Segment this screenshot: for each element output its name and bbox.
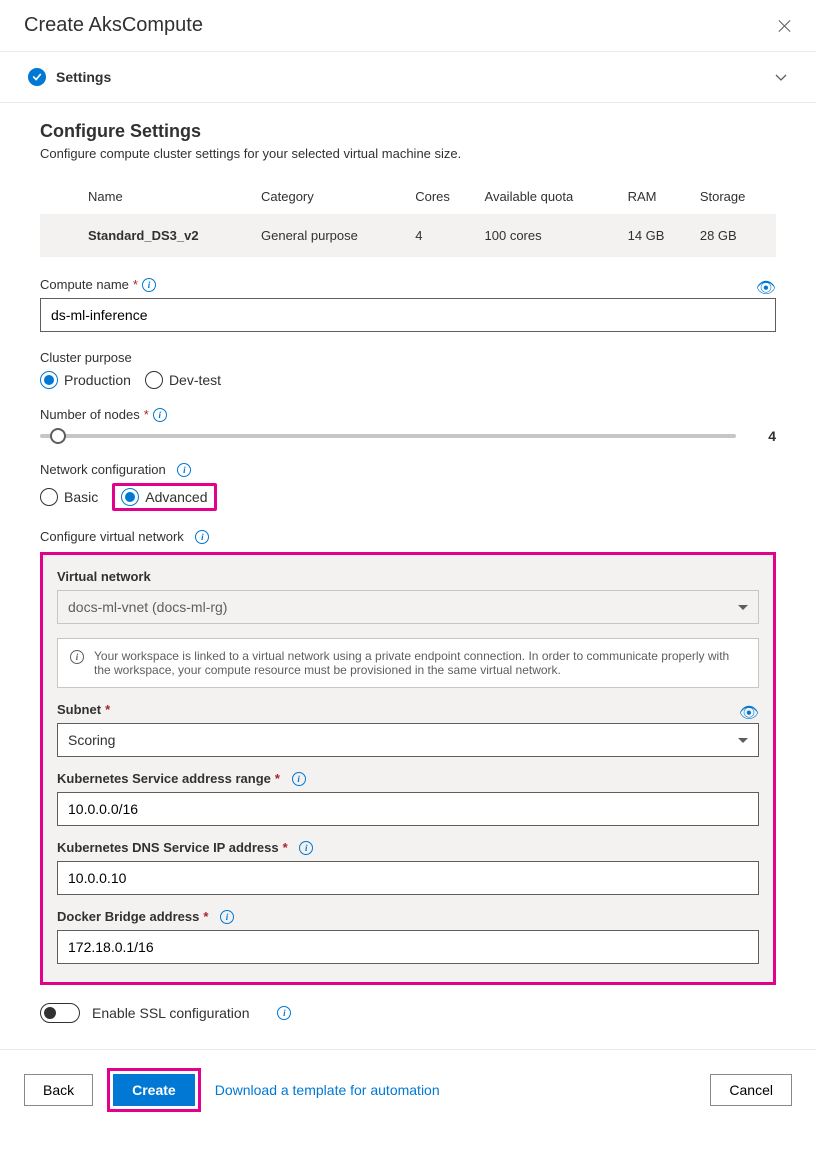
download-template-link[interactable]: Download a template for automation	[215, 1082, 440, 1098]
chevron-down-icon	[738, 738, 748, 743]
radio-devtest[interactable]: Dev-test	[145, 371, 221, 389]
info-icon[interactable]: i	[292, 772, 306, 786]
docker-bridge-label: Docker Bridge address	[57, 909, 199, 924]
back-button[interactable]: Back	[24, 1074, 93, 1106]
k8s-dns-label: Kubernetes DNS Service IP address	[57, 840, 279, 855]
info-icon[interactable]: i	[177, 463, 191, 477]
close-icon[interactable]	[778, 19, 792, 33]
create-button[interactable]: Create	[113, 1074, 195, 1106]
vnet-label: Virtual network	[57, 569, 151, 584]
radio-basic[interactable]: Basic	[40, 488, 98, 506]
info-icon[interactable]: i	[299, 841, 313, 855]
step-label: Settings	[56, 69, 111, 85]
config-vnet-label: Configure virtual network	[40, 529, 184, 544]
k8s-range-label: Kubernetes Service address range	[57, 771, 271, 786]
info-icon[interactable]: i	[195, 530, 209, 544]
section-title: Configure Settings	[40, 121, 776, 142]
cancel-button[interactable]: Cancel	[710, 1074, 792, 1106]
check-circle-icon	[28, 68, 46, 86]
cluster-purpose-label: Cluster purpose	[40, 350, 132, 365]
subnet-select[interactable]: Scoring	[57, 723, 759, 757]
subnet-label: Subnet	[57, 702, 101, 717]
chevron-down-icon	[774, 70, 788, 84]
k8s-range-input[interactable]	[57, 792, 759, 826]
col-storage: Storage	[692, 179, 776, 214]
section-subtitle: Configure compute cluster settings for y…	[40, 146, 776, 161]
info-icon[interactable]: i	[220, 910, 234, 924]
info-icon[interactable]: i	[142, 278, 156, 292]
advanced-highlight: Advanced	[112, 483, 216, 511]
compute-name-input[interactable]	[40, 298, 776, 332]
nodes-value: 4	[752, 428, 776, 444]
slider-thumb[interactable]	[50, 428, 66, 444]
preview-icon[interactable]: 👁	[739, 703, 759, 723]
col-cores: Cores	[407, 179, 476, 214]
step-header[interactable]: Settings	[0, 52, 816, 103]
preview-icon[interactable]: 👁	[756, 278, 776, 298]
num-nodes-label: Number of nodes	[40, 407, 140, 422]
radio-production[interactable]: Production	[40, 371, 131, 389]
compute-name-label: Compute name	[40, 277, 129, 292]
info-icon[interactable]: i	[277, 1006, 291, 1020]
docker-bridge-input[interactable]	[57, 930, 759, 964]
radio-advanced[interactable]: Advanced	[121, 488, 207, 506]
vm-size-table: Name Category Cores Available quota RAM …	[40, 179, 776, 257]
nodes-slider[interactable]	[40, 434, 736, 438]
col-category: Category	[253, 179, 407, 214]
title-bar: Create AksCompute	[0, 0, 816, 52]
k8s-dns-input[interactable]	[57, 861, 759, 895]
footer: Back Create Download a template for auto…	[0, 1049, 816, 1130]
col-ram: RAM	[620, 179, 692, 214]
col-quota: Available quota	[477, 179, 620, 214]
col-name: Name	[80, 179, 253, 214]
ssl-label: Enable SSL configuration	[92, 1005, 249, 1021]
panel-title: Create AksCompute	[24, 14, 203, 37]
info-icon: i	[70, 650, 84, 664]
vnet-info-note: i Your workspace is linked to a virtual …	[57, 638, 759, 688]
vnet-highlight-box: Virtual network docs-ml-vnet (docs-ml-rg…	[40, 552, 776, 985]
vnet-select[interactable]: docs-ml-vnet (docs-ml-rg)	[57, 590, 759, 624]
create-highlight: Create	[107, 1068, 201, 1112]
info-icon[interactable]: i	[153, 408, 167, 422]
net-config-label: Network configuration	[40, 462, 166, 477]
chevron-down-icon	[738, 605, 748, 610]
table-row: Standard_DS3_v2 General purpose 4 100 co…	[40, 214, 776, 257]
ssl-toggle[interactable]	[40, 1003, 80, 1023]
